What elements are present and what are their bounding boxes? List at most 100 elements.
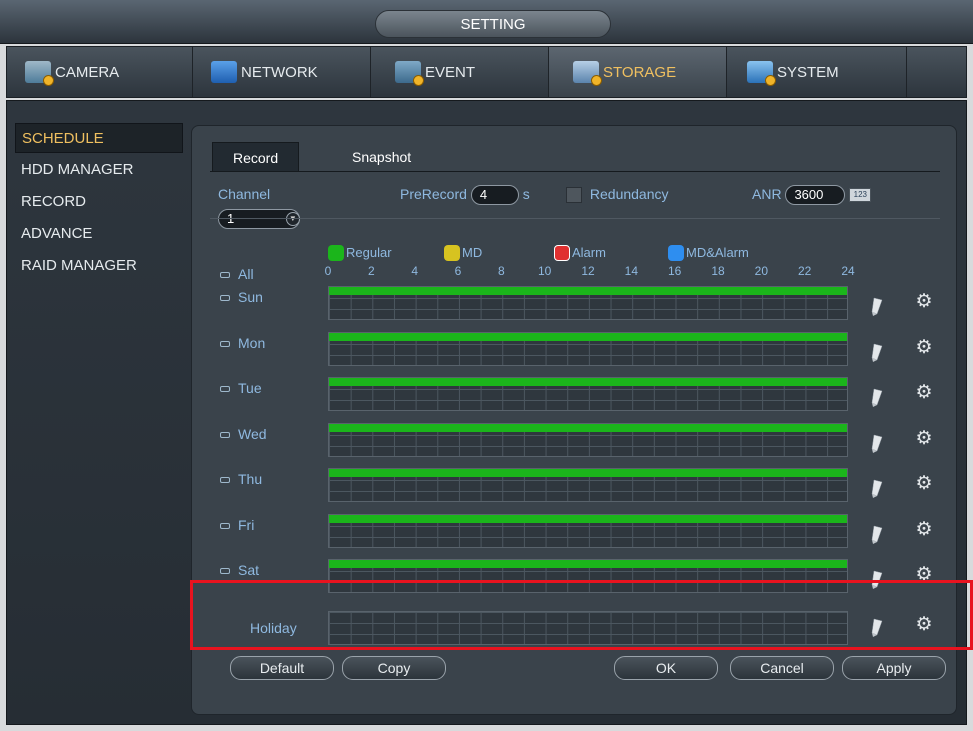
prerecord-setting: PreRecord 4 s xyxy=(400,182,530,206)
regular-record-bar xyxy=(329,469,847,477)
network-icon xyxy=(211,61,237,83)
tab-network[interactable]: NETWORK xyxy=(193,47,371,97)
pencil-icon[interactable] xyxy=(870,524,884,544)
schedule-timeline-sat[interactable] xyxy=(328,559,848,593)
pencil-icon[interactable] xyxy=(870,342,884,362)
day-name: Tue xyxy=(238,380,262,396)
legend-label: MD xyxy=(462,245,483,260)
day-name: Holiday xyxy=(250,619,297,636)
legend-alarm: Alarm xyxy=(554,244,606,262)
day-label-fri[interactable]: Fri xyxy=(220,516,254,534)
gear-icon[interactable]: ⚙ xyxy=(914,614,934,635)
gear-icon[interactable]: ⚙ xyxy=(914,428,934,449)
schedule-panel: Record Snapshot Channel 1 ▼ PreRecord 4 … xyxy=(191,125,957,715)
tab-label: STORAGE xyxy=(603,63,677,81)
schedule-timeline-holiday[interactable] xyxy=(328,610,848,645)
redundancy-checkbox[interactable] xyxy=(566,187,582,204)
schedule-timeline-mon[interactable] xyxy=(328,331,848,366)
hour-tick-label: 2 xyxy=(367,264,375,278)
day-name: Mon xyxy=(238,334,266,351)
prerecord-label: PreRecord xyxy=(400,186,467,202)
gear-icon[interactable]: ⚙ xyxy=(914,474,934,494)
regular-record-bar xyxy=(329,560,847,568)
keyboard-icon[interactable]: 123 xyxy=(849,188,872,203)
pencil-icon[interactable] xyxy=(870,433,884,453)
hour-tick-label: 16 xyxy=(667,264,682,278)
legend-label: Alarm xyxy=(572,245,606,260)
storage-icon xyxy=(573,61,602,86)
legend-md-alarm: MD&Alarm xyxy=(668,244,749,262)
all-label: All xyxy=(238,266,254,282)
main-tab-bar: CAMERA NETWORK EVENT STORAGE SYSTEM xyxy=(6,46,967,98)
regular-record-bar xyxy=(329,332,847,341)
sidebar: SCHEDULE HDD MANAGER RECORD ADVANCE RAID… xyxy=(7,101,185,724)
day-label-thu[interactable]: Thu xyxy=(220,470,262,488)
pencil-icon[interactable] xyxy=(870,387,884,407)
day-name: Sat xyxy=(238,562,260,578)
schedule-timeline-sun[interactable] xyxy=(328,286,848,320)
tab-system[interactable]: SYSTEM xyxy=(727,47,907,97)
pencil-icon[interactable] xyxy=(870,569,884,589)
hour-tick-label: 22 xyxy=(797,264,812,278)
gear-icon[interactable]: ⚙ xyxy=(914,337,934,358)
hour-tick-label: 12 xyxy=(581,264,595,278)
day-name: Fri xyxy=(238,516,255,533)
cancel-button[interactable]: Cancel xyxy=(730,656,834,680)
day-name: Wed xyxy=(238,425,267,442)
tab-camera[interactable]: CAMERA xyxy=(7,47,193,97)
window-title: SETTING xyxy=(375,10,611,38)
sidebar-item-raid-manager[interactable]: RAID MANAGER xyxy=(15,251,183,281)
sidebar-item-schedule[interactable]: SCHEDULE xyxy=(15,123,183,153)
regular-record-bar xyxy=(329,514,847,523)
tab-storage[interactable]: STORAGE xyxy=(549,47,727,97)
schedule-timeline-fri[interactable] xyxy=(328,513,848,548)
day-label-sun[interactable]: Sun xyxy=(220,288,263,306)
anr-input[interactable]: 3600 xyxy=(785,185,846,206)
copy-button[interactable]: Copy xyxy=(342,656,446,680)
gear-icon[interactable]: ⚙ xyxy=(914,519,934,540)
prerecord-input[interactable]: 4 xyxy=(470,185,519,206)
md-swatch xyxy=(444,245,460,261)
day-name: Thu xyxy=(238,471,263,487)
tab-event[interactable]: EVENT xyxy=(371,47,549,97)
sidebar-item-hdd-manager[interactable]: HDD MANAGER xyxy=(15,155,183,185)
hour-tick-label: 8 xyxy=(497,264,505,278)
legend-md: MD xyxy=(444,244,482,262)
day-label-mon[interactable]: Mon xyxy=(220,334,265,352)
tab-record[interactable]: Record xyxy=(212,142,300,172)
pencil-icon[interactable] xyxy=(870,617,884,637)
tab-label: NETWORK xyxy=(241,63,318,81)
tab-label: SYSTEM xyxy=(777,63,839,81)
alarm-checkbox-icon[interactable] xyxy=(554,245,570,261)
day-label-sat[interactable]: Sat xyxy=(220,561,259,579)
gear-icon[interactable]: ⚙ xyxy=(914,383,934,403)
event-icon xyxy=(395,61,424,86)
day-label-wed[interactable]: Wed xyxy=(220,425,267,443)
schedule-timeline-thu[interactable] xyxy=(328,468,848,502)
anr-setting: ANR 3600 123 xyxy=(752,182,872,206)
all-select[interactable]: All xyxy=(220,265,254,283)
day-label-tue[interactable]: Tue xyxy=(220,379,262,397)
sidebar-item-advance[interactable]: ADVANCE xyxy=(15,219,183,249)
regular-record-bar xyxy=(329,378,847,386)
ok-button[interactable]: OK xyxy=(614,656,718,680)
pencil-icon[interactable] xyxy=(870,296,884,316)
apply-button[interactable]: Apply xyxy=(842,656,946,680)
default-button[interactable]: Default xyxy=(230,656,334,680)
legend-label: MD&Alarm xyxy=(686,245,749,260)
pencil-icon[interactable] xyxy=(870,478,884,498)
regular-record-bar xyxy=(329,287,847,295)
gear-icon[interactable]: ⚙ xyxy=(914,292,934,312)
md-alarm-swatch xyxy=(668,245,684,261)
gear-icon[interactable]: ⚙ xyxy=(914,565,934,585)
content-area: SCHEDULE HDD MANAGER RECORD ADVANCE RAID… xyxy=(6,100,967,725)
sidebar-item-record[interactable]: RECORD xyxy=(15,187,183,217)
tab-label: EVENT xyxy=(425,63,476,81)
system-icon xyxy=(747,61,776,86)
tab-snapshot[interactable]: Snapshot xyxy=(332,142,431,172)
hour-tick-label: 10 xyxy=(537,264,552,278)
regular-record-bar xyxy=(329,423,847,432)
hour-tick-label: 14 xyxy=(624,264,639,278)
schedule-timeline-tue[interactable] xyxy=(328,377,848,411)
schedule-timeline-wed[interactable] xyxy=(328,422,848,457)
